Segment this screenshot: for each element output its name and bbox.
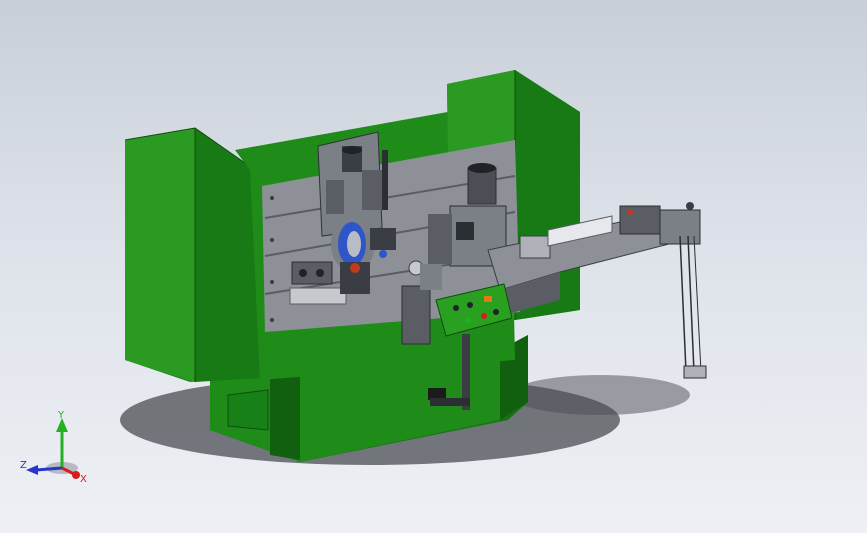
coordinate-triad-icon: Y Z X	[20, 410, 87, 485]
z-axis-line	[35, 466, 63, 472]
cad-viewport[interactable]: Y Z X	[0, 0, 867, 533]
z-axis-arrow	[26, 465, 38, 475]
hanging-cables	[679, 235, 707, 379]
panel-indicator-orange	[484, 296, 492, 302]
panel-button-2	[467, 302, 473, 308]
machine-3d-model[interactable]	[0, 0, 867, 533]
panel-button-red	[481, 313, 487, 319]
panel-button-green	[465, 317, 471, 323]
y-axis-label: Y	[57, 410, 65, 421]
left-column	[124, 127, 260, 382]
panel-button-1	[453, 305, 459, 311]
x-axis-label: X	[80, 474, 87, 485]
panel-button-3	[493, 309, 499, 315]
ground-shadow-right	[510, 375, 690, 415]
z-axis-label: Z	[20, 460, 27, 471]
